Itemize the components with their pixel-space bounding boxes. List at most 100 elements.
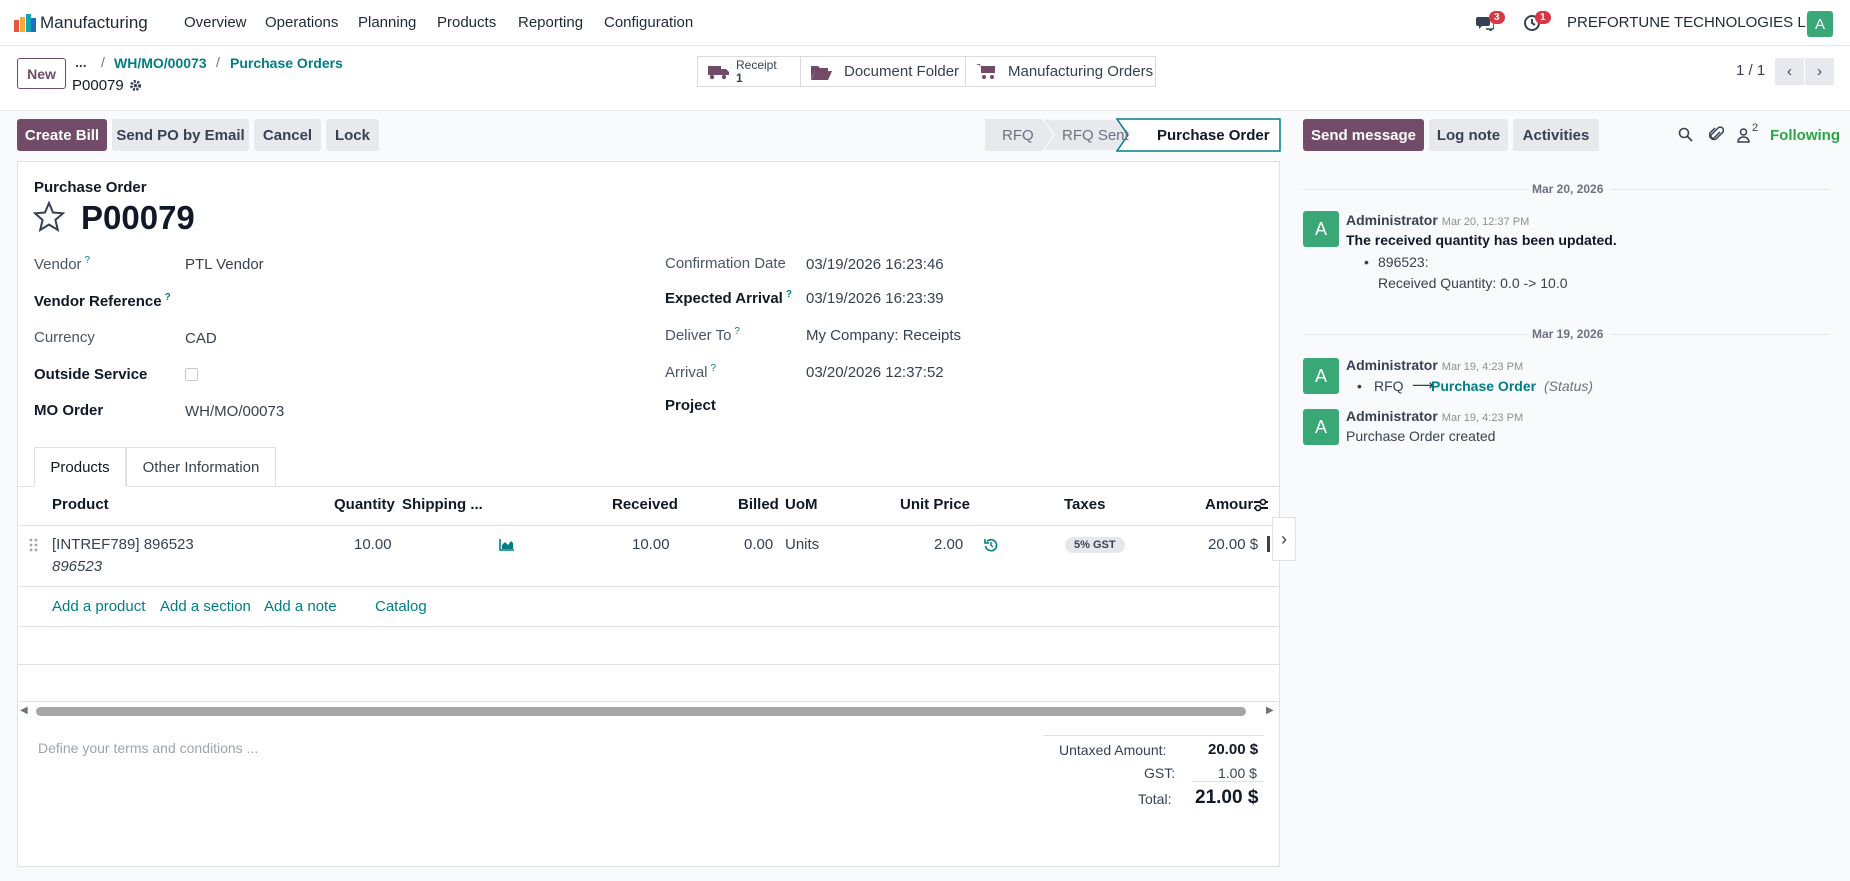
forecast-chart-icon[interactable]	[499, 539, 514, 551]
price-history-icon[interactable]	[984, 538, 998, 552]
app-name[interactable]: Manufacturing	[40, 13, 148, 33]
scroll-left-arrow[interactable]: ◀	[20, 705, 28, 716]
vendor-field[interactable]: PTL Vendor	[185, 256, 264, 273]
breadcrumb-current: P00079	[72, 77, 124, 94]
user-avatar[interactable]: A	[1807, 11, 1833, 37]
scroll-right-arrow[interactable]: ▶	[1266, 705, 1274, 716]
create-bill-button[interactable]: Create Bill	[17, 119, 107, 151]
activities-count-badge: 1	[1535, 11, 1551, 24]
col-unit-price[interactable]: Unit Price	[900, 496, 970, 513]
help-icon: ?	[710, 363, 717, 374]
paperclip-icon[interactable]	[1709, 126, 1724, 143]
line-product[interactable]: [INTREF789] 896523	[52, 536, 194, 553]
receipt-count: 1	[736, 70, 743, 85]
menu-reporting[interactable]: Reporting	[518, 14, 583, 31]
optional-columns-toggle-icon[interactable]	[1253, 498, 1269, 512]
company-switcher[interactable]: PREFORTUNE TECHNOLOGIES LLP	[1567, 14, 1824, 31]
log-note-button[interactable]: Log note	[1429, 119, 1508, 151]
terms-conditions-input[interactable]: Define your terms and conditions ...	[38, 740, 258, 756]
add-note-link[interactable]: Add a note	[264, 598, 337, 615]
horizontal-scrollbar[interactable]	[36, 707, 1246, 716]
vendor-reference-input[interactable]	[185, 288, 625, 314]
col-shipping[interactable]: Shipping ...	[402, 496, 483, 513]
message-3-author: Administrator	[1346, 408, 1438, 424]
line-billed[interactable]: 0.00	[744, 536, 773, 553]
col-billed[interactable]: Billed	[738, 496, 779, 513]
deliver-to-label: Deliver To?	[665, 326, 740, 344]
table-header-divider	[17, 525, 1280, 526]
catalog-link[interactable]: Catalog	[375, 598, 427, 615]
arrival-label: Arrival?	[665, 363, 717, 381]
delete-icon[interactable]	[1267, 536, 1270, 552]
lock-button[interactable]: Lock	[326, 119, 379, 151]
following-button[interactable]: Following	[1770, 127, 1840, 144]
menu-overview[interactable]: Overview	[184, 14, 247, 31]
menu-planning[interactable]: Planning	[358, 14, 416, 31]
receipt-label: Receipt	[736, 57, 777, 72]
row-divider	[17, 664, 1280, 665]
breadcrumb-purchase-orders[interactable]: Purchase Orders	[230, 55, 343, 71]
new-button[interactable]: New	[17, 58, 66, 89]
line-unit-price[interactable]: 2.00	[934, 536, 963, 553]
pager-previous-button[interactable]: ‹	[1775, 58, 1804, 85]
tax-badge[interactable]: 5% GST	[1065, 537, 1125, 553]
tab-products[interactable]: Products	[34, 447, 126, 487]
status-purchase-order[interactable]: Purchase Order	[1157, 127, 1270, 144]
breadcrumb-separator: /	[216, 54, 220, 70]
col-product[interactable]: Product	[52, 496, 109, 513]
manufacturing-app-icon[interactable]	[14, 14, 36, 32]
col-received[interactable]: Received	[612, 496, 678, 513]
add-section-link[interactable]: Add a section	[160, 598, 251, 615]
activities-button[interactable]: Activities	[1513, 119, 1599, 151]
confirmation-date-field[interactable]: 03/19/2026 16:23:46	[806, 256, 944, 273]
arrival-field[interactable]: 03/20/2026 12:37:52	[806, 364, 944, 381]
status-rfq[interactable]: RFQ	[1002, 127, 1034, 144]
gear-icon[interactable]	[129, 79, 142, 92]
menu-configuration[interactable]: Configuration	[604, 14, 693, 31]
line-quantity[interactable]: 10.00	[354, 536, 392, 553]
untaxed-amount-value: 20.00 $	[1208, 741, 1259, 758]
pager-value[interactable]: 1 / 1	[1736, 62, 1765, 79]
breadcrumb-mo[interactable]: WH/MO/00073	[114, 55, 207, 71]
followers-user-icon[interactable]	[1737, 128, 1750, 143]
chatter-toggle-button[interactable]: ›	[1272, 517, 1296, 561]
receipt-smart-button[interactable]: Receipt 1	[697, 56, 801, 87]
document-folder-smart-button[interactable]: Document Folder	[800, 56, 966, 87]
line-amount[interactable]: 20.00 $	[1208, 536, 1258, 553]
deliver-to-field[interactable]: My Company: Receipts	[806, 327, 961, 344]
line-received[interactable]: 10.00	[632, 536, 670, 553]
search-icon[interactable]	[1678, 127, 1693, 142]
line-description[interactable]: 896523	[52, 558, 102, 575]
message-2-time: Mar 19, 4:23 PM	[1441, 361, 1524, 373]
send-po-email-button[interactable]: Send PO by Email	[112, 119, 249, 151]
breadcrumb-separator: /	[101, 54, 105, 70]
star-icon[interactable]	[33, 201, 65, 232]
col-uom[interactable]: UoM	[785, 496, 818, 513]
col-quantity[interactable]: Quantity	[334, 496, 395, 513]
manufacturing-orders-smart-button[interactable]: Manufacturing Orders	[965, 56, 1156, 87]
cancel-button[interactable]: Cancel	[254, 119, 321, 151]
send-message-button[interactable]: Send message	[1303, 119, 1424, 151]
line-uom[interactable]: Units	[785, 536, 819, 553]
total-value: 21.00 $	[1195, 787, 1259, 808]
author-avatar[interactable]: A	[1303, 358, 1339, 394]
author-avatar[interactable]: A	[1303, 409, 1339, 445]
row-divider	[17, 701, 1280, 702]
currency-field[interactable]: CAD	[185, 330, 217, 347]
col-amount[interactable]: Amour	[1205, 496, 1253, 513]
pager-next-button[interactable]: ›	[1805, 58, 1834, 85]
status-rfq-sent[interactable]: RFQ Sent	[1062, 127, 1129, 144]
tab-other-information[interactable]: Other Information	[126, 447, 276, 487]
add-product-link[interactable]: Add a product	[52, 598, 145, 615]
breadcrumb-more-button[interactable]: ...	[75, 54, 87, 70]
menu-products[interactable]: Products	[437, 14, 496, 31]
drag-handle-icon[interactable]	[29, 538, 39, 552]
expected-arrival-field[interactable]: 03/19/2026 16:23:39	[806, 290, 944, 307]
outside-service-checkbox[interactable]	[185, 368, 198, 381]
author-avatar[interactable]: A	[1303, 211, 1339, 247]
message-1-item-1: 896523:	[1378, 254, 1429, 270]
mo-order-field[interactable]: WH/MO/00073	[185, 403, 284, 420]
project-input[interactable]	[806, 393, 1246, 419]
col-taxes[interactable]: Taxes	[1064, 496, 1105, 513]
menu-operations[interactable]: Operations	[265, 14, 338, 31]
